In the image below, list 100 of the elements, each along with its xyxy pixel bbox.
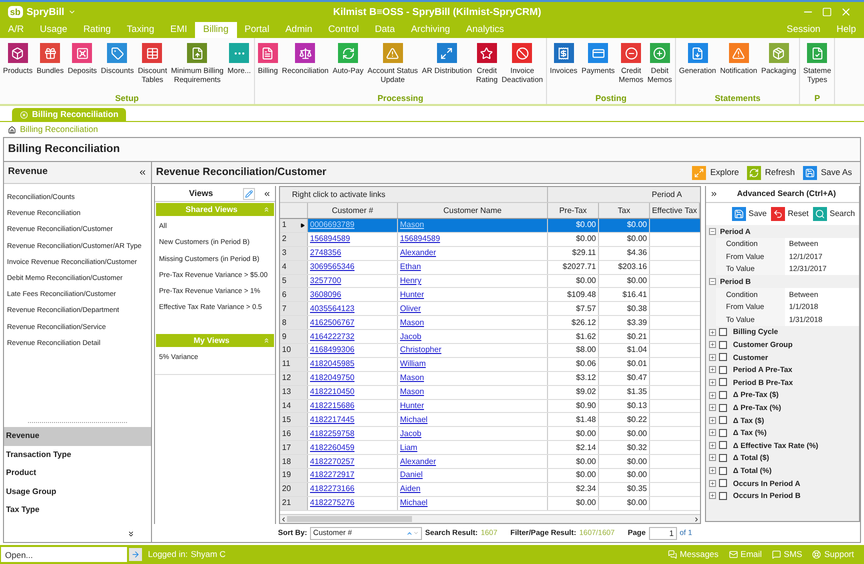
scroll-left-icon[interactable]: [280, 516, 287, 522]
table-row[interactable]: 17 4182260459 Liam $2.14 $0.32: [280, 441, 700, 456]
checkbox[interactable]: [719, 479, 727, 488]
customer-name-link[interactable]: Alexander: [400, 247, 436, 260]
scroll-right-icon[interactable]: [693, 516, 700, 522]
table-row[interactable]: 2 156894589 156894589 $0.00 $0.00: [280, 232, 700, 247]
customer-name-link[interactable]: Mason: [400, 386, 424, 398]
customer-name-link[interactable]: William: [400, 358, 426, 370]
checkbox[interactable]: [719, 328, 727, 336]
customer-link[interactable]: 4182045985: [310, 358, 354, 370]
customer-link[interactable]: 4182215686: [310, 400, 354, 412]
customer-name-link[interactable]: Alexander: [400, 456, 436, 468]
table-row[interactable]: 3 2748356 Alexander $29.11 $4.36: [280, 246, 700, 261]
customer-link[interactable]: 4182272917: [310, 469, 354, 482]
column-header[interactable]: Effective Tax: [650, 203, 700, 218]
caret-icon[interactable]: [68, 8, 76, 16]
customer-name-link[interactable]: Michael: [400, 497, 428, 510]
collapse-icon[interactable]: [263, 190, 271, 198]
customer-link[interactable]: 3257700: [310, 275, 342, 287]
table-row[interactable]: 19 4182272917 Daniel $0.00 $0.00: [280, 469, 700, 483]
customer-name-link[interactable]: 156894589: [400, 233, 440, 246]
category-item[interactable]: Revenue: [4, 427, 151, 446]
customer-name-link[interactable]: Hunter: [400, 288, 424, 301]
customer-name-link[interactable]: Aiden: [400, 483, 420, 496]
customer-name-link[interactable]: Christopher: [400, 344, 442, 356]
customer-link[interactable]: 4182275276: [310, 497, 354, 510]
table-row[interactable]: 15 4182217445 Michael $1.48 $0.22: [280, 413, 700, 428]
checkbox[interactable]: [719, 340, 727, 349]
checkbox[interactable]: [719, 454, 727, 462]
maximize-icon[interactable]: [822, 7, 832, 17]
customer-link[interactable]: 3608096: [310, 288, 342, 301]
open-field[interactable]: Open...: [1, 547, 127, 562]
table-row[interactable]: 16 4182259758 Jacob $0.00 $0.00: [280, 427, 700, 442]
column-header[interactable]: Customer Name: [398, 203, 548, 218]
edit-icon[interactable]: [243, 188, 255, 200]
column-header[interactable]: Customer #: [308, 203, 398, 218]
search-panel-button[interactable]: Search: [812, 207, 855, 221]
go-icon[interactable]: [129, 548, 142, 561]
category-item[interactable]: Usage Group: [4, 482, 151, 501]
column-header[interactable]: Pre-Tax: [548, 203, 599, 218]
checkbox[interactable]: [719, 428, 727, 437]
page-field[interactable]: 1: [648, 526, 677, 540]
customer-link[interactable]: 4168499306: [310, 344, 354, 356]
sort-ascending-icon[interactable]: [406, 530, 414, 536]
checkbox[interactable]: [719, 441, 727, 450]
checkbox[interactable]: [719, 353, 727, 362]
close-icon[interactable]: [20, 110, 28, 118]
checkbox[interactable]: [719, 416, 727, 424]
customer-name-link[interactable]: Hunter: [400, 400, 424, 412]
checkbox[interactable]: [719, 492, 727, 500]
customer-link[interactable]: 4162506767: [310, 316, 354, 329]
table-row[interactable]: 21 4182275276 Michael $0.00 $0.00: [280, 496, 700, 511]
customer-name-link[interactable]: Mason: [400, 316, 424, 329]
checkbox[interactable]: [719, 391, 727, 400]
category-item[interactable]: Product: [4, 464, 151, 482]
table-row[interactable]: 9 4164222732 Jacob $1.62 $0.21: [280, 330, 700, 344]
expand-icon[interactable]: [710, 190, 718, 198]
table-row[interactable]: 5 3257700 Henry $0.00 $0.00: [280, 274, 700, 288]
customer-name-link[interactable]: Jacob: [400, 428, 422, 440]
table-row[interactable]: 20 4182273166 Aiden $2.34 $0.35: [280, 482, 700, 497]
toolbar-button[interactable]: Refresh: [743, 166, 799, 180]
toolbar-button[interactable]: Explore: [688, 166, 744, 180]
customer-link[interactable]: 4182210450: [310, 386, 354, 398]
table-row[interactable]: 6 3608096 Hunter $109.48 $16.41: [280, 288, 700, 302]
horizontal-scrollbar[interactable]: [280, 514, 700, 523]
caret-icon[interactable]: [413, 530, 420, 536]
customer-link[interactable]: 2748356: [310, 247, 342, 260]
customer-link[interactable]: 4182049750: [310, 372, 354, 384]
customer-name-link[interactable]: Michael: [400, 414, 428, 426]
customer-link[interactable]: 4164222732: [310, 330, 354, 343]
checkbox[interactable]: [719, 378, 727, 386]
customer-link[interactable]: 3069565346: [310, 261, 354, 274]
category-item[interactable]: Tax Type: [4, 501, 151, 520]
customer-link[interactable]: 4035564123: [310, 302, 354, 315]
search-panel-button[interactable]: Reset: [770, 207, 809, 221]
customer-name-link[interactable]: Oliver: [400, 302, 421, 315]
customer-name-link[interactable]: Liam: [400, 442, 418, 454]
customer-link[interactable]: 4182217445: [310, 414, 354, 426]
checkbox[interactable]: [719, 366, 727, 374]
table-row[interactable]: 14 4182215686 Hunter $0.90 $0.13: [280, 400, 700, 414]
table-row[interactable]: 12 4182049750 Mason $3.12 $0.47: [280, 372, 700, 386]
toolbar-button[interactable]: Save As: [798, 166, 856, 180]
customer-name-link[interactable]: Daniel: [400, 469, 423, 482]
search-panel-button[interactable]: Save: [732, 207, 767, 221]
customer-name-link[interactable]: Jacob: [400, 330, 422, 343]
checkbox[interactable]: [719, 466, 727, 475]
close-icon[interactable]: [840, 6, 852, 18]
customer-link[interactable]: 4182259758: [310, 428, 354, 440]
customer-link[interactable]: 4182270257: [310, 456, 354, 468]
table-row[interactable]: 18 4182270257 Alexander $0.00 $0.00: [280, 455, 700, 470]
column-header[interactable]: Tax: [599, 203, 650, 218]
table-row[interactable]: 13 4182210450 Mason $9.02 $1.35: [280, 386, 700, 400]
customer-link[interactable]: 4182273166: [310, 483, 354, 496]
checkbox[interactable]: [719, 404, 727, 412]
expand-icon[interactable]: [127, 530, 135, 538]
table-row[interactable]: 11 4182045985 William $0.06 $0.01: [280, 358, 700, 372]
category-item[interactable]: Transaction Type: [4, 446, 151, 464]
table-row[interactable]: 8 4162506767 Mason $26.12 $3.39: [280, 316, 700, 330]
collapse-icon[interactable]: [138, 168, 147, 177]
customer-link[interactable]: 4182260459: [310, 442, 354, 454]
